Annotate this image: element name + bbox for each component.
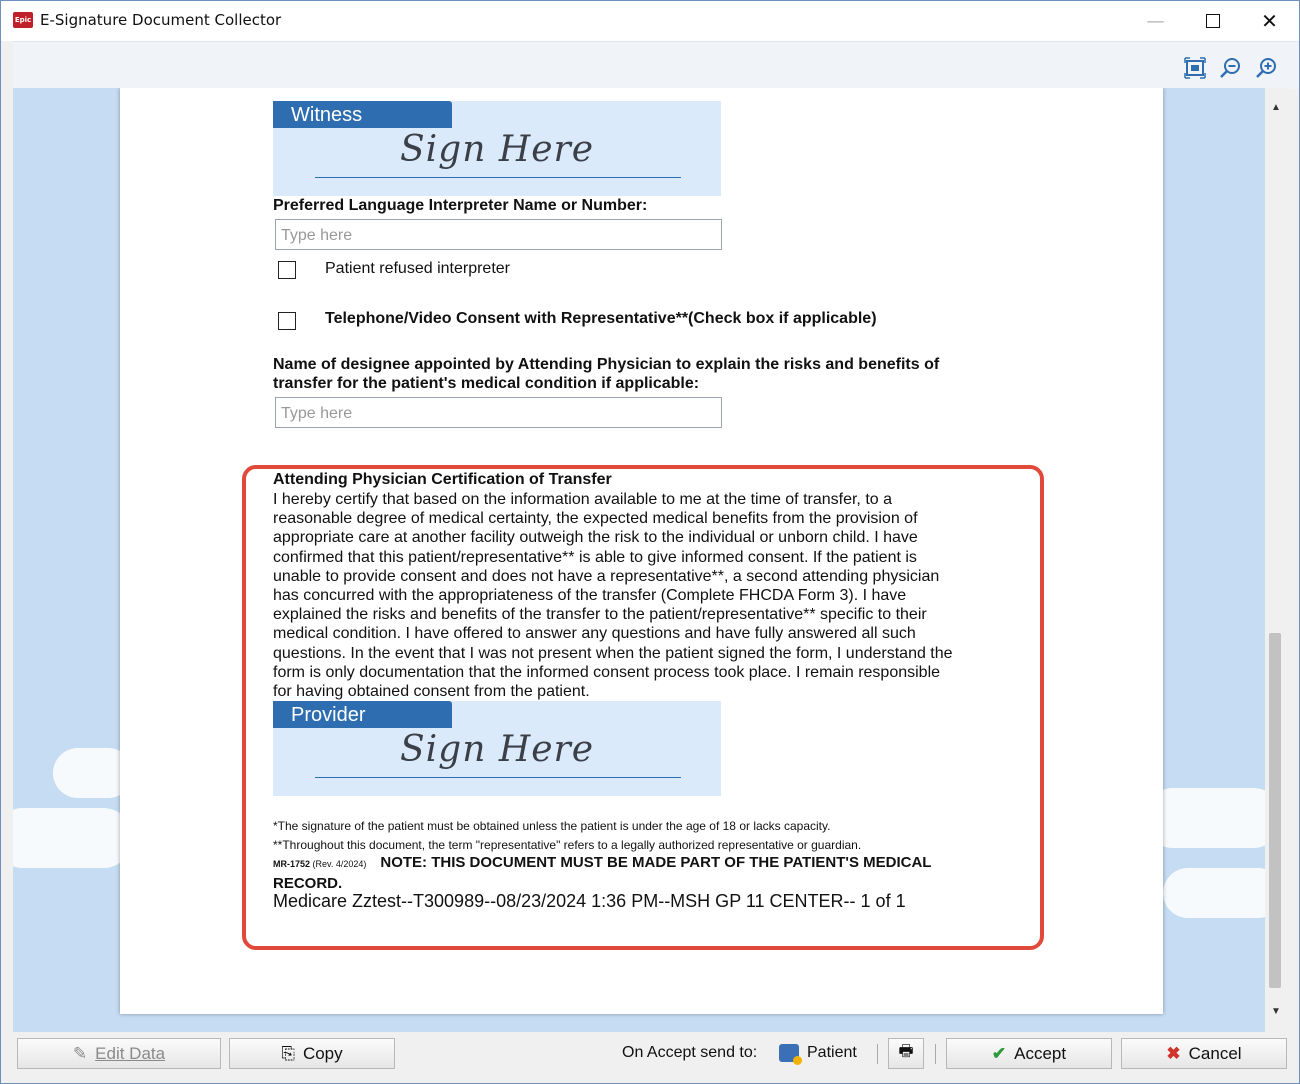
vertical-scrollbar[interactable]: ▲ ▼: [1265, 88, 1287, 1032]
viewer-toolbar: [13, 41, 1299, 89]
separator: [877, 1044, 878, 1064]
document-page: Witness Sign Here Preferred Language Int…: [120, 88, 1163, 1014]
copy-label: Copy: [302, 1043, 343, 1063]
patient-mychart-icon: [779, 1044, 802, 1065]
cancel-label: Cancel: [1188, 1043, 1242, 1063]
designee-label-line-2: transfer for the patient's medical condi…: [273, 375, 700, 392]
maximize-icon: [1205, 14, 1220, 28]
telephone-consent-checkbox[interactable]: [278, 312, 296, 330]
scroll-thumb[interactable]: [1269, 633, 1281, 988]
scroll-up-arrow-icon[interactable]: ▲: [1265, 98, 1287, 118]
edit-data-label: Edit Data: [95, 1043, 166, 1063]
window-title: E-Signature Document Collector: [40, 11, 282, 29]
app-window: Epic E-Signature Document Collector — ✕: [0, 0, 1300, 1084]
refused-interpreter-label: Patient refused interpreter: [325, 260, 510, 277]
cancel-x-icon: ✖: [1166, 1043, 1181, 1063]
witness-tab: Witness: [273, 101, 452, 128]
zoom-out-icon[interactable]: [1219, 56, 1243, 80]
designee-label-line-1: Name of designee appointed by Attending …: [273, 356, 940, 373]
refused-interpreter-checkbox[interactable]: [278, 261, 296, 279]
copy-icon: ⎘: [281, 1043, 295, 1063]
print-button[interactable]: 🖶: [888, 1038, 924, 1069]
minimize-button[interactable]: —: [1127, 1, 1184, 41]
background-cloud: [1163, 868, 1265, 918]
copy-button[interactable]: ⎘ Copy: [229, 1038, 395, 1069]
epic-logo-icon: Epic: [13, 12, 33, 28]
separator: [935, 1044, 936, 1064]
telephone-consent-label: Telephone/Video Consent with Representat…: [325, 310, 877, 327]
maximize-button[interactable]: [1184, 1, 1241, 41]
accept-label: Accept: [1014, 1043, 1067, 1063]
background-cloud: [13, 808, 133, 868]
send-to-label: On Accept send to:: [622, 1044, 758, 1061]
send-to-patient-label: Patient: [807, 1044, 857, 1061]
highlight-box: [242, 465, 1044, 950]
signature-line: [315, 177, 681, 178]
interpreter-input[interactable]: Type here: [275, 219, 722, 250]
edit-data-button[interactable]: ✎ Edit Data: [17, 1038, 221, 1069]
zoom-in-icon[interactable]: [1255, 56, 1279, 80]
interpreter-label: Preferred Language Interpreter Name or N…: [273, 197, 648, 214]
cancel-button[interactable]: ✖ Cancel: [1121, 1038, 1287, 1069]
checkmark-icon: ✔: [991, 1043, 1007, 1063]
title-bar: Epic E-Signature Document Collector — ✕: [1, 1, 1299, 41]
scroll-down-arrow-icon[interactable]: ▼: [1265, 1002, 1287, 1022]
printer-icon: 🖶: [898, 1043, 914, 1060]
witness-sign-here: Sign Here: [399, 129, 595, 170]
designee-input[interactable]: Type here: [275, 397, 722, 428]
close-button[interactable]: ✕: [1241, 1, 1298, 41]
document-viewer[interactable]: Witness Sign Here Preferred Language Int…: [13, 88, 1265, 1032]
fit-page-icon[interactable]: [1183, 56, 1207, 80]
bottom-action-bar: ✎ Edit Data ⎘ Copy On Accept send to: Pa…: [1, 1032, 1299, 1083]
witness-signature-field[interactable]: Witness Sign Here: [273, 101, 721, 196]
send-to-patient[interactable]: Patient: [779, 1044, 857, 1065]
accept-button[interactable]: ✔ Accept: [946, 1038, 1112, 1069]
pencil-icon: ✎: [72, 1043, 88, 1063]
